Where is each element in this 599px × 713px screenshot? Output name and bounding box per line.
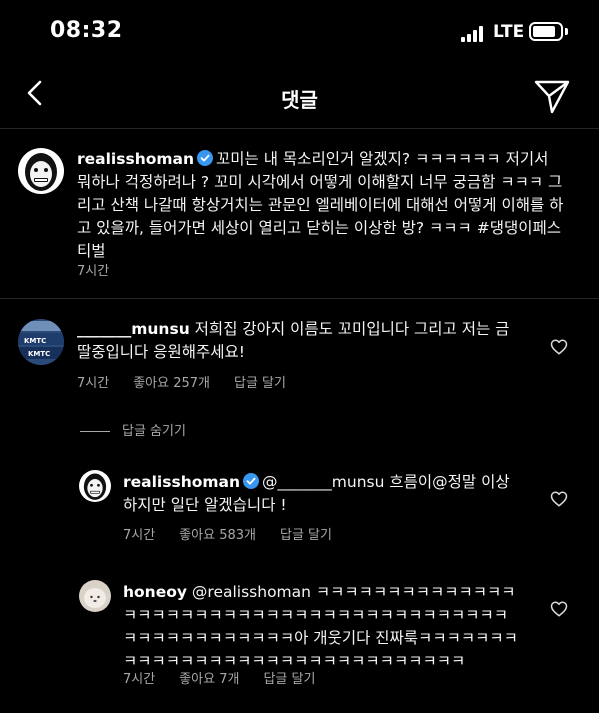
heart-icon[interactable] [550,338,568,356]
heart-icon[interactable] [550,600,568,618]
status-bar: 08:32 LTE [0,0,599,64]
caption-meta: 7시간 [77,260,133,279]
reply-username[interactable]: realisshoman [123,473,240,491]
caption-time: 7시간 [77,264,110,279]
avatar-face-icon [18,148,64,194]
comment-username[interactable]: _______munsu [77,320,190,338]
avatar-face-icon [79,470,111,502]
reply-text-block: realisshoman @_______munsu 흐름이@정말 이상하지만 일… [123,471,518,517]
reply-button[interactable]: 답글 달기 [280,528,332,543]
hide-replies-line [80,431,110,432]
avatar-puppy-icon [79,580,111,612]
comment-text-block: _______munsu 저희집 강아지 이름도 꼬미입니다 그리고 저는 금딸… [77,318,517,364]
battery-icon [529,22,563,41]
page-title: 댓글 [281,88,318,112]
reply-likes[interactable]: 좋아요 583개 [179,528,256,543]
caption-text-block: realisshoman 꼬미는 내 목소리인거 알겠지? ㅋㅋㅋㅋㅋㅋ 저기서 … [77,148,567,263]
reply-text-block: honeoy @realisshoman ㅋㅋㅋㅋㅋㅋㅋㅋㅋㅋㅋㅋㅋㅋㅋㅋㅋㅋㅋ… [123,581,518,673]
verified-badge-icon [197,150,214,166]
caption-username[interactable]: realisshoman [77,150,194,168]
avatar[interactable] [79,580,111,612]
avatar[interactable]: KMTC KMTC [18,319,64,365]
svg-text:KMTC: KMTC [28,350,50,358]
reply-username[interactable]: honeoy [123,583,187,601]
comment-time: 7시간 [77,376,110,391]
reply-button[interactable]: 답글 달기 [263,672,315,687]
hide-replies-button[interactable]: 답글 숨기기 [80,420,186,439]
reply-button[interactable]: 답글 달기 [234,376,286,391]
reply-meta: 7시간 좋아요 583개 답글 달기 [123,524,356,543]
battery-tip [565,28,568,35]
svg-text:KMTC: KMTC [24,337,46,345]
reply-meta: 7시간 좋아요 7개 답글 달기 [123,668,339,687]
reply-likes[interactable]: 좋아요 7개 [179,672,239,687]
verified-badge-icon [243,473,260,489]
hide-replies-label: 답글 숨기기 [122,424,186,439]
network-type: LTE [493,22,525,42]
nav-bar: 댓글 [0,64,599,128]
comment-meta: 7시간 좋아요 257개 답글 달기 [77,372,310,391]
heart-icon[interactable] [550,490,568,508]
header-divider [0,128,599,129]
reply-time: 7시간 [123,528,156,543]
caption-divider [0,298,599,299]
reply-time: 7시간 [123,672,156,687]
signal-icon [461,26,487,42]
avatar[interactable] [18,148,64,194]
send-icon[interactable] [532,76,572,116]
status-time: 08:32 [50,18,123,43]
avatar[interactable] [79,470,111,502]
avatar-container-icon: KMTC KMTC [18,319,64,365]
comment-likes[interactable]: 좋아요 257개 [133,376,210,391]
